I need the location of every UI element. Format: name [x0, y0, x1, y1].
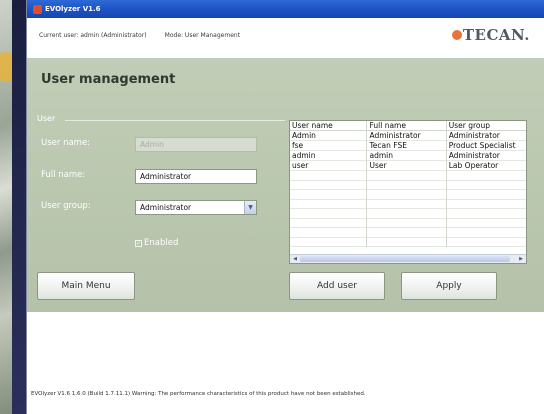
- table-row-empty: [290, 227, 526, 237]
- logo-text: TECAN.: [462, 26, 530, 44]
- table-row-empty: [290, 170, 526, 180]
- logo-dot-icon: [451, 30, 462, 40]
- cell-user-group: Administrator: [448, 131, 500, 140]
- user-list-table[interactable]: User name Full name User group Admin Adm…: [289, 120, 527, 264]
- groupbox-divider: [65, 120, 285, 121]
- cell-user-group: Product Specialist: [448, 141, 516, 150]
- cell-full-name: admin: [366, 150, 447, 161]
- cell-user-name: fse: [290, 140, 368, 151]
- app-window: EVOlyzer V1.6 Current user: admin (Admin…: [26, 0, 544, 414]
- enabled-checkbox-row[interactable]: ✓ Enabled: [135, 238, 178, 248]
- scroll-left-icon[interactable]: ◀: [291, 256, 299, 262]
- user-group-select[interactable]: Administrator ▼: [135, 200, 257, 215]
- window-titlebar[interactable]: EVOlyzer V1.6: [27, 0, 544, 18]
- desktop-background: [0, 0, 26, 414]
- cell-user-group: Lab Operator: [448, 161, 499, 170]
- table-row-empty: [290, 189, 526, 199]
- page-title: User management: [41, 72, 176, 87]
- column-header-user-name[interactable]: User name: [290, 121, 368, 131]
- table-row-empty: [290, 199, 526, 209]
- table-row-empty: [290, 218, 526, 228]
- user-name-label: User name:: [41, 138, 91, 148]
- table-row-empty: [290, 237, 526, 247]
- cell-user-name: user: [290, 160, 368, 171]
- table-header-row: User name Full name User group: [290, 121, 526, 131]
- cell-user-name: Admin: [290, 130, 368, 141]
- table-row[interactable]: admin admin Administrator: [290, 150, 526, 161]
- user-group-selected-value: Administrator: [140, 203, 192, 212]
- cell-full-name: Administrator: [366, 130, 447, 141]
- table-row-empty: [290, 180, 526, 190]
- table-row[interactable]: Admin Administrator Administrator: [290, 130, 526, 141]
- full-name-label: Full name:: [41, 170, 86, 180]
- cell-full-name: User: [366, 160, 447, 171]
- tecan-logo: TECAN.: [451, 26, 530, 44]
- window-title: EVOlyzer V1.6: [45, 5, 101, 13]
- user-groupbox: User User name: Admin Full name: Adminis…: [37, 114, 285, 250]
- chevron-down-icon[interactable]: ▼: [244, 201, 256, 214]
- desktop-taskbar-edge: [12, 0, 26, 414]
- main-menu-button[interactable]: Main Menu: [37, 272, 135, 300]
- scroll-right-icon[interactable]: ▶: [517, 256, 525, 262]
- full-name-input[interactable]: Administrator: [135, 169, 257, 184]
- column-header-full-name[interactable]: Full name: [366, 121, 447, 131]
- horizontal-scrollbar[interactable]: ◀ ▶: [290, 254, 526, 263]
- user-groupbox-legend: User: [37, 114, 56, 123]
- status-bar-text: EVOlyzer V1.6 1.6.0 (Build 1.7.11.1) War…: [31, 391, 366, 397]
- scrollbar-thumb[interactable]: [300, 256, 510, 262]
- cell-user-group: Administrator: [448, 151, 500, 160]
- current-user-text: Current user: admin (Administrator): [39, 31, 147, 39]
- enabled-checkbox[interactable]: ✓: [135, 239, 142, 247]
- user-group-label: User group:: [41, 201, 91, 211]
- user-management-panel: User management User User name: Admin Fu…: [27, 58, 544, 312]
- mode-text: Mode: User Management: [164, 31, 241, 39]
- add-user-button[interactable]: Add user: [289, 272, 385, 300]
- table-row[interactable]: fse Tecan FSE Product Specialist: [290, 140, 526, 151]
- column-header-user-group[interactable]: User group: [446, 121, 526, 131]
- enabled-label: Enabled: [144, 238, 179, 248]
- app-icon: [33, 4, 42, 14]
- apply-button[interactable]: Apply: [401, 272, 497, 300]
- info-bar: Current user: admin (Administrator) Mode…: [27, 18, 544, 52]
- user-name-input: Admin: [135, 137, 257, 152]
- table-row-empty: [290, 208, 526, 218]
- cell-full-name: Tecan FSE: [366, 140, 447, 151]
- cell-user-name: admin: [290, 150, 368, 161]
- table-row[interactable]: user User Lab Operator: [290, 160, 526, 171]
